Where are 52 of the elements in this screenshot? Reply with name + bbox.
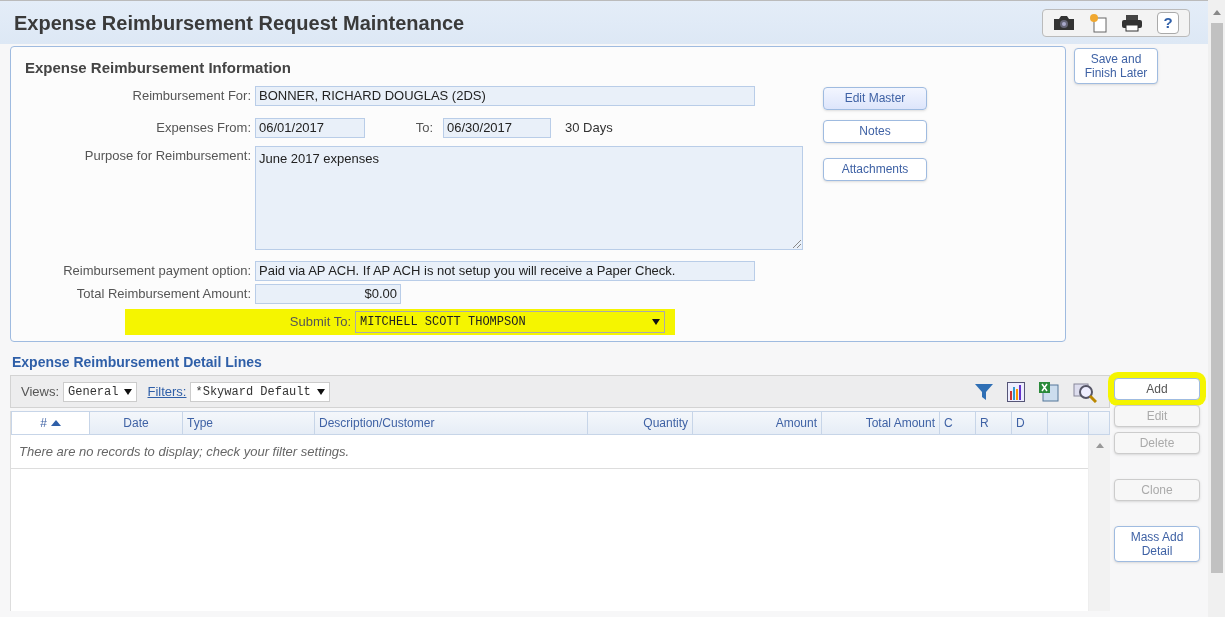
column-header[interactable]: # <box>12 412 90 434</box>
filter-icon[interactable] <box>975 383 993 400</box>
camera-icon[interactable] <box>1053 14 1075 31</box>
field-label: Purpose for Reimbursement: <box>83 146 252 165</box>
submit-to-dropdown[interactable]: MITCHELL SCOTT THOMPSON <box>355 310 665 333</box>
field-label: Expenses From: <box>155 118 252 137</box>
bar-chart-icon[interactable] <box>1007 381 1025 402</box>
scroll-up-icon[interactable] <box>1095 443 1104 448</box>
day-count: 30 Days <box>565 118 613 137</box>
date-field[interactable]: 06/30/2017 <box>443 117 551 138</box>
notes-button[interactable]: Notes <box>823 119 927 143</box>
section-title: Expense Reimbursement Information <box>25 58 292 78</box>
caret-icon <box>316 388 325 395</box>
column-header[interactable]: Date <box>90 412 183 434</box>
save-and-finish-later-button[interactable]: Save and Finish Later <box>1074 48 1158 84</box>
scrollbar-thumb[interactable] <box>1210 23 1223 573</box>
views-dropdown[interactable]: General <box>63 381 138 402</box>
column-header[interactable]: D <box>1012 412 1048 434</box>
scroll-up-icon[interactable] <box>1212 10 1221 15</box>
filters-link[interactable]: Filters: <box>147 381 187 402</box>
field-label: Reimbursement payment option: <box>62 261 252 280</box>
field-label: Reimbursement For: <box>131 86 252 105</box>
field-label: Total Reimbursement Amount: <box>75 284 252 303</box>
caret-icon <box>652 318 660 325</box>
help-button[interactable]: ? <box>1157 11 1179 34</box>
section-title: Expense Reimbursement Detail Lines <box>11 353 263 372</box>
printer-icon[interactable] <box>1121 13 1143 32</box>
mass-add-detail-button[interactable]: Mass Add Detail <box>1114 526 1200 562</box>
views-label: Views: <box>21 382 60 401</box>
empty-message: There are no records to display; check your filter settings. <box>11 435 1088 469</box>
filters-dropdown[interactable]: *Skyward Default <box>190 381 330 402</box>
date-field[interactable]: 06/01/2017 <box>255 117 365 138</box>
amount-field: $0.00 <box>255 283 401 304</box>
window-title: Expense Reimbursement Request Maintenance <box>14 10 465 36</box>
column-header[interactable]: Type <box>183 412 315 434</box>
attachments-button[interactable]: Attachments <box>823 157 927 181</box>
column-header[interactable]: R <box>976 412 1012 434</box>
column-header[interactable]: Total Amount <box>822 412 940 434</box>
text-field[interactable]: BONNER, RICHARD DOUGLAS (2DS) <box>255 85 755 106</box>
field-label: Submit To: <box>288 312 352 331</box>
document-icon[interactable] <box>1089 12 1107 33</box>
caret-icon <box>124 388 133 395</box>
spreadsheet-icon[interactable] <box>1039 381 1059 402</box>
field-label: To: <box>414 118 434 137</box>
column-header[interactable]: Amount <box>693 412 822 434</box>
column-header[interactable]: Description/Customer <box>315 412 588 434</box>
column-header[interactable]: C <box>940 412 976 434</box>
magnifier-icon[interactable] <box>1073 380 1097 403</box>
column-header[interactable]: Quantity <box>588 412 693 434</box>
edit-master-button[interactable]: Edit Master <box>823 86 927 110</box>
resize-grip-icon[interactable] <box>793 239 801 248</box>
text-area[interactable]: June 2017 expenses <box>255 145 803 250</box>
